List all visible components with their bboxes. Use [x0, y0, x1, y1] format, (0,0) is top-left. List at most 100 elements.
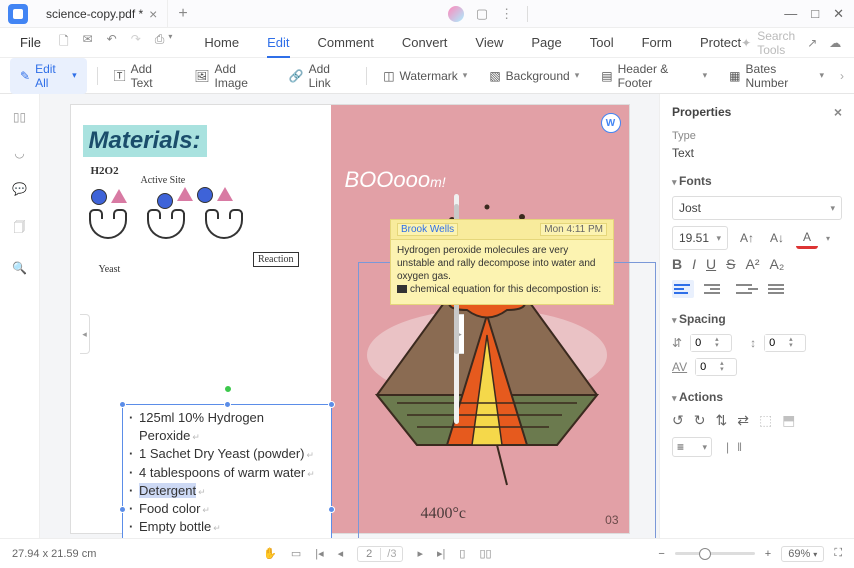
- notification-icon[interactable]: ▢: [476, 6, 488, 22]
- menu-form[interactable]: Form: [642, 35, 672, 50]
- menu-home[interactable]: Home: [204, 35, 239, 50]
- extract-icon[interactable]: ⬚: [759, 412, 772, 429]
- attachments-icon[interactable]: 🗍: [14, 218, 26, 239]
- font-size-select[interactable]: 19.51▾: [672, 226, 728, 250]
- menu-protect[interactable]: Protect: [700, 35, 741, 50]
- maximize-icon[interactable]: □: [811, 6, 819, 21]
- spacing-input-1[interactable]: ▴▾: [690, 334, 732, 352]
- spacing-section[interactable]: Spacing: [672, 312, 842, 326]
- menu-tool[interactable]: Tool: [590, 35, 614, 50]
- tab-add-icon[interactable]: +: [168, 5, 197, 23]
- page-indicator[interactable]: 2 /3: [357, 546, 403, 562]
- fonts-section[interactable]: Fonts: [672, 174, 842, 188]
- background-button[interactable]: ▧Background: [483, 67, 585, 85]
- menu-view[interactable]: View: [475, 35, 503, 50]
- bates-number-button[interactable]: ▦Bates Number: [723, 60, 830, 92]
- flip-h-icon[interactable]: ⇄: [737, 412, 749, 429]
- resize-handle[interactable]: [328, 401, 335, 408]
- search-tools[interactable]: ✦ Search Tools: [741, 29, 795, 57]
- close-icon[interactable]: ✕: [833, 6, 844, 22]
- redo-icon[interactable]: ↷: [131, 32, 141, 53]
- mail-icon[interactable]: ✉: [83, 32, 93, 53]
- rotate-handle[interactable]: [224, 385, 232, 393]
- bold-icon[interactable]: B: [672, 256, 682, 272]
- crop-icon[interactable]: ⬒: [782, 412, 795, 429]
- next-page-icon[interactable]: ▸: [417, 547, 423, 560]
- menu-comment[interactable]: Comment: [318, 35, 374, 50]
- watermark-button[interactable]: ◫Watermark: [377, 67, 473, 85]
- materials-heading: Materials:: [83, 125, 207, 157]
- align-center-icon[interactable]: [704, 280, 726, 298]
- font-color-icon[interactable]: A: [796, 227, 818, 249]
- resize-handle[interactable]: [119, 506, 126, 513]
- file-menu[interactable]: File: [10, 35, 51, 50]
- font-family-select[interactable]: Jost▾: [672, 196, 842, 220]
- align-right-icon[interactable]: [736, 280, 758, 298]
- flip-v-icon[interactable]: ⇅: [715, 412, 727, 429]
- more-icon[interactable]: ⋮: [500, 6, 513, 22]
- superscript-icon[interactable]: A²: [745, 256, 759, 272]
- add-text-button[interactable]: 🅃Add Text: [108, 60, 179, 92]
- panel-close-icon[interactable]: ×: [834, 104, 842, 120]
- menu-edit[interactable]: Edit: [267, 35, 289, 58]
- resize-handle[interactable]: [328, 506, 335, 513]
- comment-body[interactable]: Hydrogen peroxide molecules are very uns…: [391, 240, 613, 300]
- hand-tool-icon[interactable]: ✋: [263, 547, 277, 560]
- comments-icon[interactable]: 💬: [12, 182, 27, 196]
- tab-close-icon[interactable]: ×: [149, 6, 157, 22]
- align-justify-icon[interactable]: [768, 280, 790, 298]
- fit-page-icon[interactable]: ⛶: [834, 547, 842, 560]
- zoom-slider[interactable]: [675, 552, 755, 555]
- align-left-icon[interactable]: [672, 280, 694, 298]
- spacing-input-3[interactable]: ▴▾: [695, 358, 737, 376]
- zoom-value[interactable]: 69% ▾: [781, 546, 824, 562]
- select-tool-icon[interactable]: ▭: [291, 547, 301, 560]
- minimize-icon[interactable]: —: [784, 6, 797, 21]
- collapse-left-icon[interactable]: ◂: [80, 314, 90, 354]
- canvas[interactable]: Materials: H2O2 Active Site Yeast Reacti…: [40, 94, 659, 538]
- edit-all-button[interactable]: ✎ Edit All ▾: [10, 58, 87, 94]
- rotate-right-icon[interactable]: ↻: [694, 412, 706, 429]
- last-page-icon[interactable]: ▸|: [437, 547, 445, 560]
- save-icon[interactable]: 🗋: [59, 32, 69, 53]
- print-icon[interactable]: ⎙: [155, 32, 165, 53]
- spacing-input-2[interactable]: ▴▾: [764, 334, 806, 352]
- header-footer-button[interactable]: ▤Header & Footer: [595, 60, 713, 92]
- share-icon[interactable]: ↗: [807, 36, 817, 50]
- materials-textbox[interactable]: 125ml 10% Hydrogen Peroxide 1 Sachet Dry…: [122, 404, 332, 538]
- increase-font-icon[interactable]: A↑: [736, 227, 758, 249]
- rotate-left-icon[interactable]: ↺: [672, 412, 684, 429]
- first-page-icon[interactable]: |◂: [315, 547, 323, 560]
- resize-handle[interactable]: [119, 401, 126, 408]
- zoom-out-icon[interactable]: −: [658, 548, 664, 560]
- cloud-icon[interactable]: ☁: [829, 36, 841, 50]
- menu-convert[interactable]: Convert: [402, 35, 448, 50]
- subscript-icon[interactable]: A₂: [769, 256, 784, 272]
- underline-icon[interactable]: U: [706, 256, 716, 272]
- toolbar-overflow-icon[interactable]: ›: [840, 69, 844, 83]
- avatar-icon[interactable]: [448, 6, 464, 22]
- word-badge-icon[interactable]: W: [601, 113, 621, 133]
- decrease-font-icon[interactable]: A↓: [766, 227, 788, 249]
- zoom-in-icon[interactable]: +: [765, 548, 771, 560]
- actions-section[interactable]: Actions: [672, 390, 842, 404]
- indent-icon[interactable]: ‖: [737, 440, 742, 454]
- current-page[interactable]: 2: [358, 548, 381, 560]
- add-link-button[interactable]: 🔗Add Link: [283, 60, 357, 92]
- list-style-select[interactable]: ≡▾: [672, 437, 712, 457]
- search-icon[interactable]: 🔍: [12, 261, 27, 275]
- document-tab[interactable]: science-copy.pdf * ×: [36, 0, 168, 27]
- single-page-icon[interactable]: ▯: [459, 547, 465, 560]
- strikethrough-icon[interactable]: S: [726, 256, 735, 272]
- add-image-button[interactable]: 🖼Add Image: [188, 60, 272, 92]
- thumbnails-icon[interactable]: ▯▯: [13, 110, 26, 124]
- comment-note[interactable]: Brook Wells Mon 4:11 PM Hydrogen peroxid…: [390, 219, 614, 305]
- bookmarks-icon[interactable]: ◡: [14, 146, 24, 160]
- menu-page[interactable]: Page: [531, 35, 561, 50]
- italic-icon[interactable]: I: [692, 256, 696, 272]
- undo-icon[interactable]: ↶: [107, 32, 117, 53]
- two-page-icon[interactable]: ▯▯: [479, 547, 491, 560]
- print-carret[interactable]: ▾: [168, 32, 172, 53]
- prev-page-icon[interactable]: ◂: [338, 547, 344, 560]
- resize-handle[interactable]: [224, 401, 231, 408]
